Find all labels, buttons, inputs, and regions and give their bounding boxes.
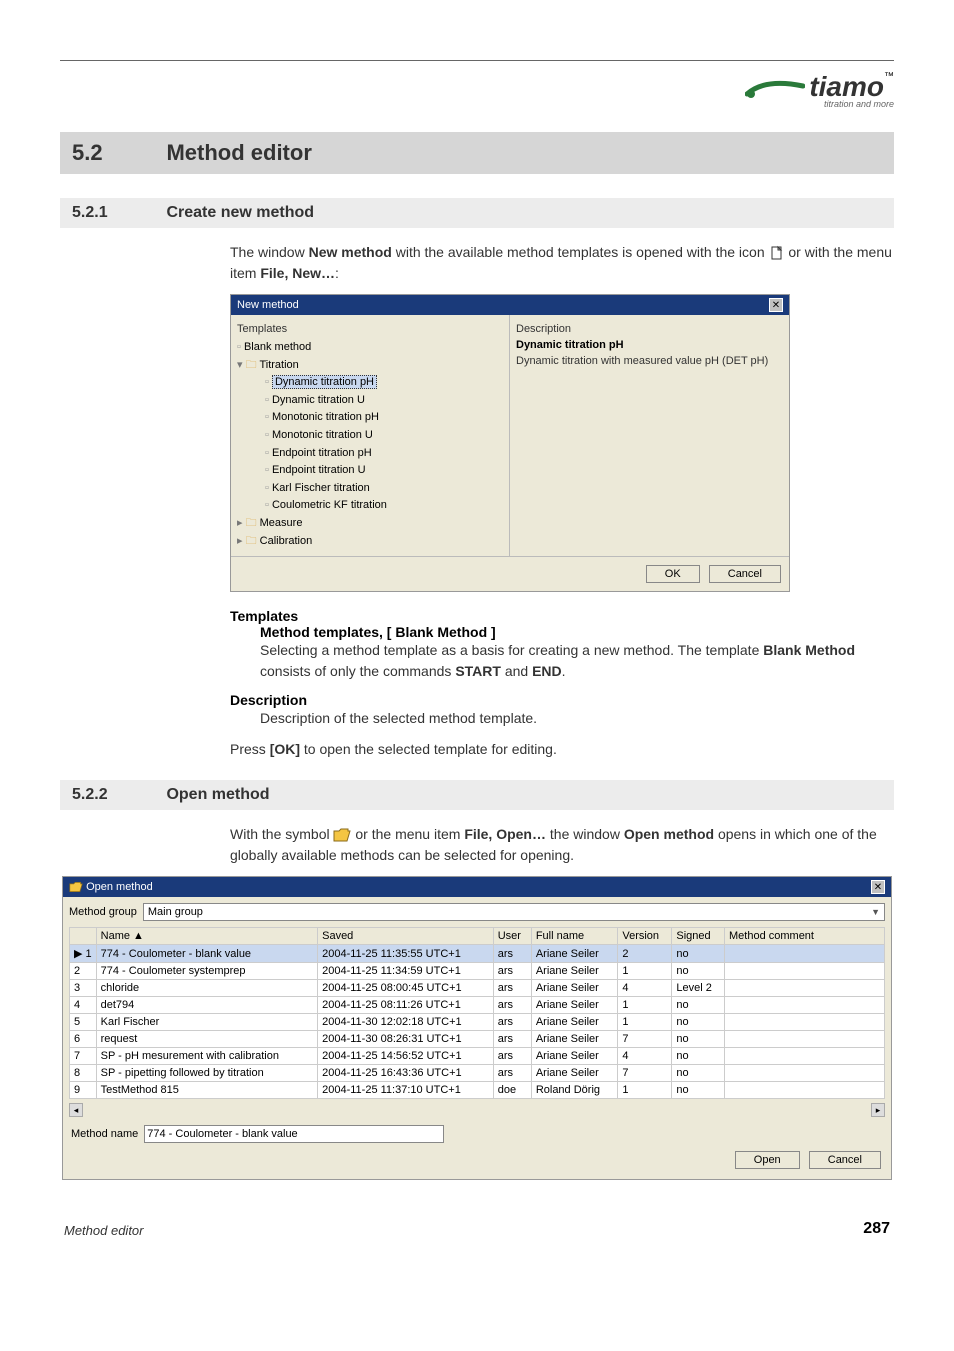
subsection-open: 5.2.2 Open method — [60, 780, 894, 810]
tree-calibration: 🗀 Calibration — [237, 533, 503, 551]
def-templates-sub: Method templates, [ Blank Method ] — [260, 624, 894, 640]
tree-blank[interactable]: Blank method — [237, 339, 503, 357]
method-group-label: Method group — [69, 906, 137, 918]
cancel-button[interactable]: Cancel — [809, 1151, 881, 1169]
tree-titration: 🗀 Titration — [237, 357, 503, 375]
table-header-row: Name ▲ Saved User Full name Version Sign… — [70, 928, 885, 945]
description-title: Dynamic titration pH — [516, 339, 783, 351]
def-description-body: Description of the selected method templ… — [260, 708, 894, 729]
table-row[interactable]: 3chloride2004-11-25 08:00:45 UTC+1arsAri… — [70, 980, 885, 997]
dialog-title: Open method — [86, 881, 153, 893]
new-method-icon — [769, 245, 785, 261]
col-name[interactable]: Name ▲ — [96, 928, 317, 945]
new-method-dialog: New method ✕ Templates Blank method 🗀 Ti… — [230, 294, 790, 592]
description-body: Dynamic titration with measured value pH… — [516, 355, 783, 367]
dialog-titlebar: New method ✕ — [231, 295, 789, 315]
cancel-button[interactable]: Cancel — [709, 565, 781, 583]
close-icon[interactable]: ✕ — [769, 298, 783, 312]
subsection-number: 5.2.1 — [72, 204, 162, 222]
subsection-label: Create new method — [166, 204, 314, 221]
table-row[interactable]: 5Karl Fischer2004-11-30 12:02:18 UTC+1ar… — [70, 1014, 885, 1031]
tree-item[interactable]: Dynamic titration U — [265, 392, 503, 410]
col-index[interactable] — [70, 928, 97, 945]
table-row[interactable]: ▶ 1774 - Coulometer - blank value2004-11… — [70, 945, 885, 963]
col-fullname[interactable]: Full name — [531, 928, 618, 945]
method-name-label: Method name — [71, 1128, 138, 1140]
table-row[interactable]: 6request2004-11-30 08:26:31 UTC+1arsAria… — [70, 1031, 885, 1048]
method-group-value: Main group — [148, 906, 203, 918]
col-comment[interactable]: Method comment — [725, 928, 885, 945]
tree-item[interactable]: Endpoint titration pH — [265, 445, 503, 463]
open-folder-icon — [333, 828, 351, 842]
table-row[interactable]: 2774 - Coulometer systemprep2004-11-25 1… — [70, 963, 885, 980]
col-saved[interactable]: Saved — [318, 928, 494, 945]
logo-swoosh-icon — [745, 74, 805, 100]
open-method-dialog: Open method ✕ Method group Main group ▼ … — [62, 876, 892, 1180]
method-name-input[interactable] — [144, 1125, 444, 1143]
close-icon[interactable]: ✕ — [871, 880, 885, 894]
tree-item[interactable]: Karl Fischer titration — [265, 480, 503, 498]
ok-button[interactable]: OK — [646, 565, 700, 583]
logo: tiamo™ titration and more — [60, 71, 894, 112]
tree-item[interactable]: Coulometric KF titration — [265, 497, 503, 515]
subsection-create: 5.2.1 Create new method — [60, 198, 894, 228]
table-row[interactable]: 4det7942004-11-25 08:11:26 UTC+1arsArian… — [70, 997, 885, 1014]
scroll-left-icon[interactable]: ◂ — [69, 1103, 83, 1117]
subsection-label: Open method — [166, 786, 269, 803]
open-folder-icon — [69, 881, 83, 893]
description-header: Description — [516, 321, 783, 339]
chevron-down-icon: ▼ — [871, 907, 880, 917]
tree-item[interactable]: Monotonic titration pH — [265, 409, 503, 427]
def-templates-body: Selecting a method template as a basis f… — [260, 640, 894, 682]
logo-tm: ™ — [884, 71, 894, 82]
col-signed[interactable]: Signed — [672, 928, 725, 945]
footer-left: Method editor — [64, 1223, 144, 1238]
create-intro: The window New method with the available… — [230, 242, 894, 284]
tree-item-selected[interactable]: Dynamic titration pH — [272, 375, 377, 389]
scroll-right-icon[interactable]: ▸ — [871, 1103, 885, 1117]
dialog-titlebar: Open method ✕ — [63, 877, 891, 897]
section-label: Method editor — [166, 140, 311, 165]
tree-item[interactable]: Monotonic titration U — [265, 427, 503, 445]
table-row[interactable]: 8SP - pipetting followed by titration200… — [70, 1065, 885, 1082]
template-tree[interactable]: Blank method 🗀 Titration Dynamic titrati… — [237, 339, 503, 550]
tree-item[interactable]: Endpoint titration U — [265, 462, 503, 480]
methods-table[interactable]: Name ▲ Saved User Full name Version Sign… — [69, 927, 885, 1099]
def-templates: Templates — [230, 608, 894, 624]
method-group-combo[interactable]: Main group ▼ — [143, 903, 885, 921]
horizontal-scrollbar[interactable]: ◂ ▸ — [69, 1103, 885, 1117]
templates-header: Templates — [237, 321, 503, 339]
table-row[interactable]: 7SP - pH mesurement with calibration2004… — [70, 1048, 885, 1065]
dialog-title: New method — [237, 299, 299, 311]
tree-measure: 🗀 Measure — [237, 515, 503, 533]
subsection-number: 5.2.2 — [72, 786, 162, 804]
footer-page-number: 287 — [863, 1220, 890, 1238]
def-description: Description — [230, 692, 894, 708]
table-row[interactable]: 9TestMethod 8152004-11-25 11:37:10 UTC+1… — [70, 1082, 885, 1099]
col-user[interactable]: User — [493, 928, 531, 945]
open-button[interactable]: Open — [735, 1151, 800, 1169]
col-version[interactable]: Version — [618, 928, 672, 945]
open-intro: With the symbol or the menu item File, O… — [230, 824, 894, 866]
logo-text: tiamo — [809, 71, 884, 102]
press-ok-text: Press [OK] to open the selected template… — [230, 739, 894, 760]
section-number: 5.2 — [72, 140, 162, 166]
section-heading: 5.2 Method editor — [60, 132, 894, 174]
